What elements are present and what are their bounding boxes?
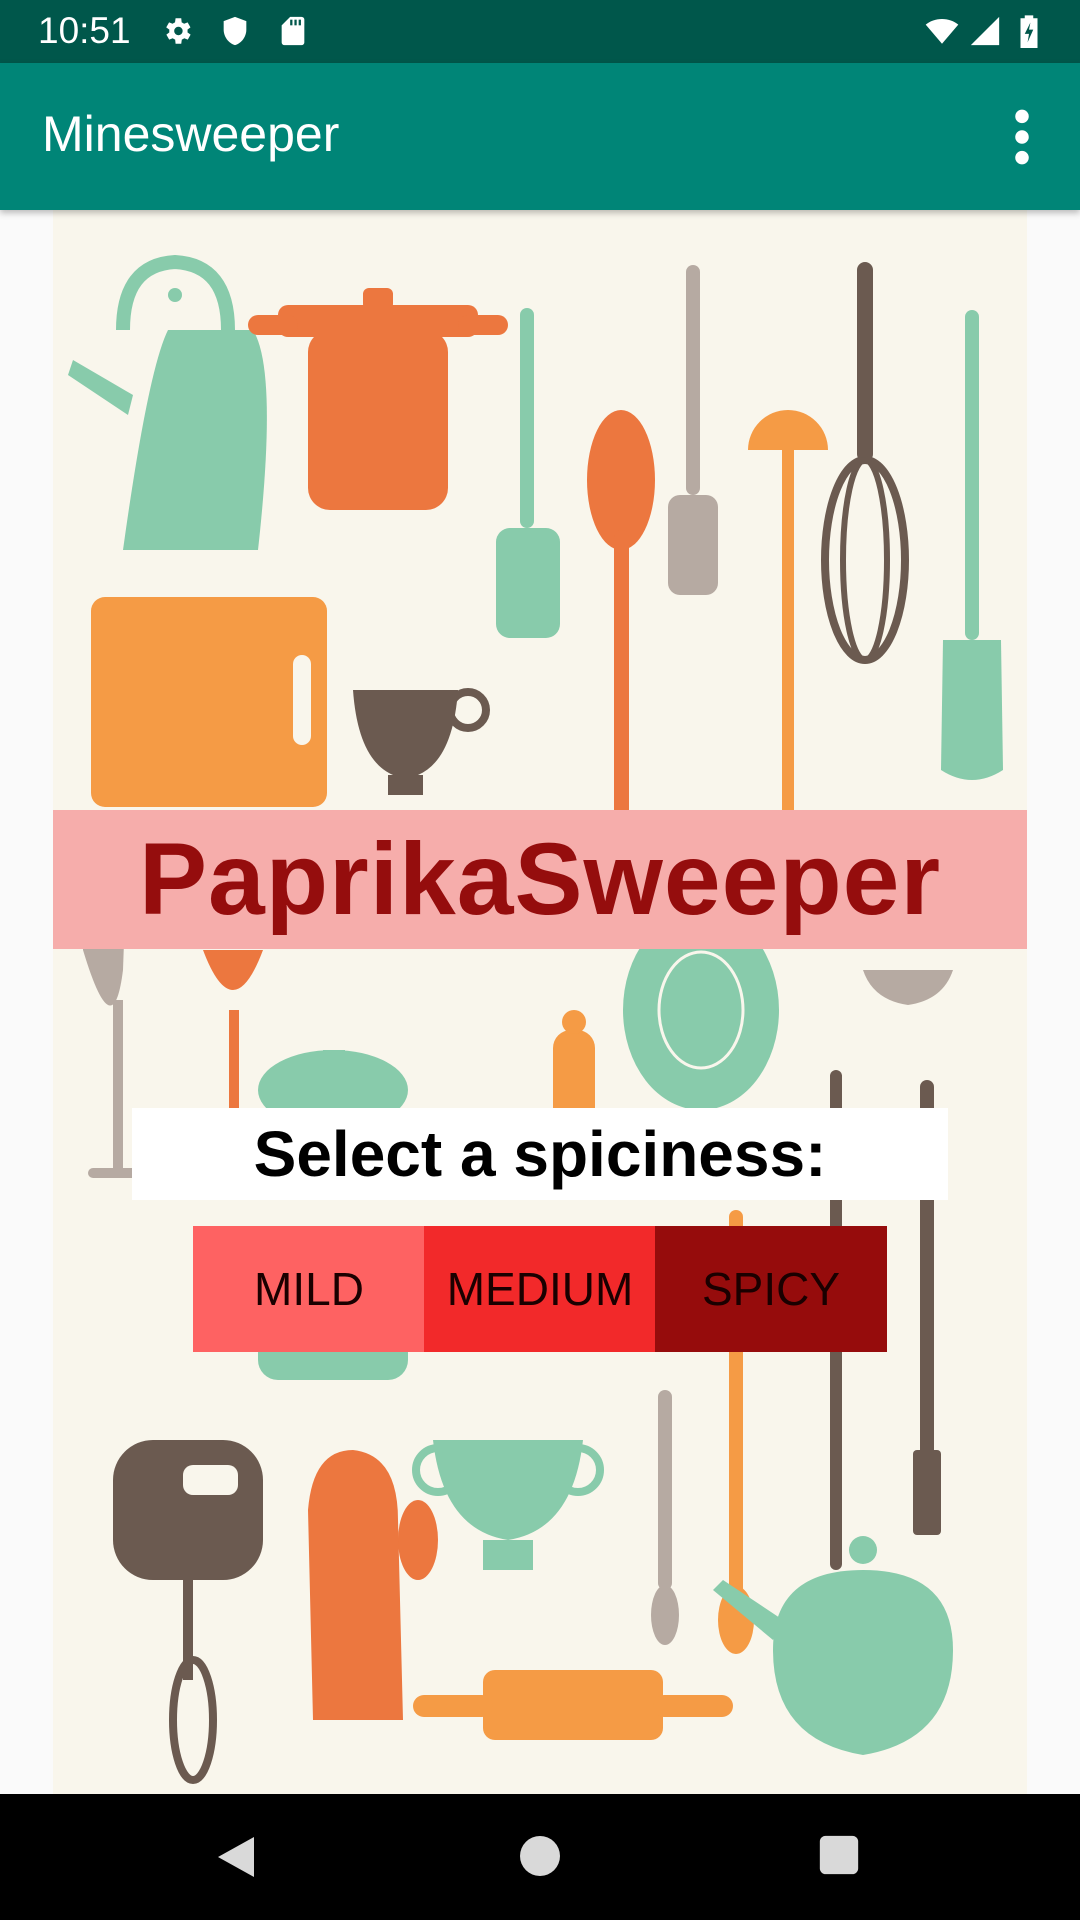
cup-icon	[353, 688, 490, 795]
app-title: Minesweeper	[42, 106, 340, 162]
signal-icon	[970, 16, 1000, 46]
kettle-icon	[68, 288, 267, 550]
settings-icon	[166, 18, 191, 44]
spicy-button[interactable]: SPICY	[655, 1226, 887, 1352]
trophy-bowl-icon	[412, 1440, 604, 1570]
battery-charging-icon	[1020, 15, 1038, 48]
kitchen-utensils-illustration	[68, 254, 1003, 1784]
game-title-banner: PaprikaSweeper	[53, 810, 1027, 949]
navigation-bar	[0, 1794, 1080, 1920]
sd-card-icon	[281, 16, 305, 46]
game-title: PaprikaSweeper	[138, 822, 942, 936]
long-spatula-icon	[941, 310, 1003, 780]
spiciness-prompt: Select a spiciness:	[132, 1108, 948, 1200]
spatula-icon	[496, 308, 560, 638]
oven-mitt-icon	[308, 1450, 438, 1720]
whisk-icon	[821, 262, 909, 664]
pot-icon	[248, 288, 508, 510]
ladle-icon	[748, 410, 828, 878]
status-time: 10:51	[38, 10, 131, 51]
shield-icon	[223, 16, 247, 46]
back-icon[interactable]	[212, 1832, 260, 1882]
more-vert-icon[interactable]	[1000, 107, 1044, 167]
cutting-board-icon	[91, 597, 327, 807]
bowl-icon	[863, 970, 953, 1005]
mixer-button	[183, 1465, 238, 1495]
app-bar: Minesweeper	[0, 63, 1080, 210]
medium-button[interactable]: MEDIUM	[424, 1226, 656, 1352]
kitchen-background-image	[53, 210, 1027, 1794]
slotted-spatula-icon	[668, 265, 718, 595]
rolling-pin-icon	[413, 1670, 733, 1740]
wifi-icon	[925, 18, 959, 44]
home-icon[interactable]	[516, 1832, 564, 1880]
long-spoon-icon	[651, 1390, 679, 1645]
recents-icon[interactable]	[816, 1832, 862, 1878]
mild-button[interactable]: MILD	[193, 1226, 425, 1352]
status-bar: 10:51	[0, 0, 1080, 63]
